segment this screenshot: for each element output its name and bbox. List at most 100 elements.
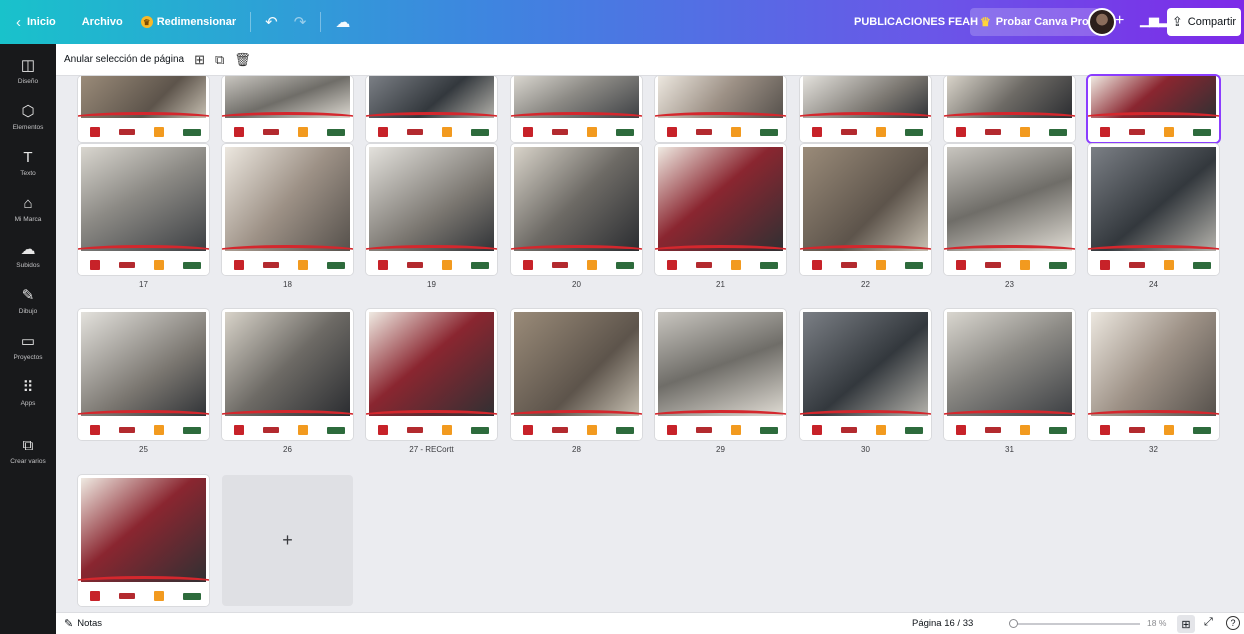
- logo-mark: [119, 593, 135, 599]
- page-number: 21: [716, 280, 725, 289]
- page-thumbnail[interactable]: [655, 76, 786, 142]
- page-thumbnail[interactable]: [222, 309, 353, 440]
- sidebar-item-apps[interactable]: ⠿ Apps: [0, 378, 56, 424]
- page-footer-logos: [800, 245, 931, 275]
- logo-mark: [298, 425, 308, 435]
- sidebar-item-label: Apps: [20, 400, 36, 407]
- sidebar-item-label: Crear varios: [10, 458, 46, 465]
- duplicate-page-icon[interactable]: ⧉: [215, 52, 224, 68]
- undo-button[interactable]: ↶: [257, 8, 286, 36]
- undo-icon: ↶: [265, 14, 278, 31]
- page-thumbnail[interactable]: [655, 309, 786, 440]
- page-thumbnail[interactable]: [366, 309, 497, 440]
- file-label: Archivo: [81, 16, 123, 28]
- logo-mark: [154, 425, 164, 435]
- sidebar-item-design[interactable]: ◫ Diseño: [0, 56, 56, 102]
- page-thumbnail[interactable]: [222, 144, 353, 275]
- notes-icon: ✎: [64, 618, 74, 630]
- page-footer-logos: [78, 410, 209, 440]
- sidebar-item-uploads[interactable]: ☁ Subidos: [0, 240, 56, 286]
- logo-mark: [760, 128, 778, 136]
- page-thumbnail[interactable]: [78, 309, 209, 440]
- logo-mark: [552, 262, 568, 268]
- divider: [250, 12, 252, 32]
- file-menu-button[interactable]: Archivo: [74, 8, 131, 36]
- delete-page-icon[interactable]: 🗑: [234, 52, 251, 68]
- logo-mark: [183, 592, 201, 600]
- resize-button[interactable]: ♛ Redimensionar: [133, 8, 244, 36]
- page-thumbnail[interactable]: [1088, 309, 1219, 440]
- project-title[interactable]: PUBLICACIONES FEAH: [846, 8, 986, 36]
- sidebar-item-bulk-create[interactable]: ⧉ Crear varios: [0, 436, 56, 482]
- resize-label: Redimensionar: [156, 16, 237, 28]
- insights-icon[interactable]: ▁▅▂: [1140, 12, 1168, 28]
- page-thumbnail[interactable]: [222, 76, 353, 142]
- page-thumbnail[interactable]: [78, 144, 209, 275]
- page-footer-logos: [1088, 410, 1219, 440]
- page-footer-logos: [222, 410, 353, 440]
- page-footer-logos: [222, 112, 353, 142]
- sidebar-item-elements[interactable]: ⬡ Elementos: [0, 102, 56, 148]
- page-grid-view: Anular selección de página ⊞ ⧉ 🗑 9101112…: [56, 44, 1244, 612]
- page-thumbnail[interactable]: [944, 76, 1075, 142]
- home-button[interactable]: ‹ Inicio: [8, 8, 64, 36]
- logo-mark: [696, 129, 712, 135]
- page-photo: [658, 312, 783, 418]
- logo-mark: [234, 260, 244, 270]
- zoom-slider-handle[interactable]: [1009, 619, 1018, 628]
- page-thumbnail[interactable]: [511, 76, 642, 142]
- page-thumbnail[interactable]: [1088, 144, 1219, 275]
- page-thumbnail[interactable]: [944, 309, 1075, 440]
- logo-mark: [119, 427, 135, 433]
- sidebar-item-draw[interactable]: ✎ Dibujo: [0, 286, 56, 332]
- page-thumbnail[interactable]: [78, 76, 209, 142]
- logo-mark: [1049, 261, 1067, 269]
- logo-mark: [263, 262, 279, 268]
- save-status-button[interactable]: ☁: [327, 8, 358, 36]
- page-thumbnail[interactable]: [944, 144, 1075, 275]
- zoom-slider[interactable]: [1014, 623, 1140, 625]
- page-thumbnail[interactable]: [1088, 76, 1219, 142]
- page-photo: [369, 147, 494, 253]
- brand-icon: ⌂: [23, 195, 33, 212]
- logo-mark: [298, 260, 308, 270]
- folder-icon: ▭: [20, 333, 36, 350]
- logo-mark: [760, 426, 778, 434]
- fullscreen-button[interactable]: ⤢: [1204, 616, 1213, 629]
- help-button[interactable]: ?: [1226, 616, 1240, 630]
- add-page-icon[interactable]: ⊞: [194, 52, 205, 68]
- share-button[interactable]: ⇪ Compartir: [1167, 8, 1241, 36]
- logo-mark: [985, 262, 1001, 268]
- avatar[interactable]: [1088, 8, 1116, 36]
- try-pro-button[interactable]: ♛ Probar Canva Pro: [970, 8, 1099, 36]
- page-thumbnail[interactable]: [800, 76, 931, 142]
- sidebar-item-projects[interactable]: ▭ Proyectos: [0, 332, 56, 378]
- page-thumbnail[interactable]: [655, 144, 786, 275]
- page-thumbnail[interactable]: [511, 309, 642, 440]
- logo-mark: [905, 128, 923, 136]
- logo-mark: [234, 425, 244, 435]
- zoom-level[interactable]: 18 %: [1147, 618, 1166, 628]
- page-thumbnail[interactable]: [366, 144, 497, 275]
- page-thumbnail[interactable]: [78, 475, 209, 606]
- logo-mark: [587, 127, 597, 137]
- page-number: 32: [1149, 445, 1158, 454]
- page-number: 26: [283, 445, 292, 454]
- logo-mark: [696, 262, 712, 268]
- logo-mark: [327, 426, 345, 434]
- sidebar-item-text[interactable]: T Texto: [0, 148, 56, 194]
- sidebar-item-brand[interactable]: ⌂ Mi Marca: [0, 194, 56, 240]
- logo-mark: [407, 427, 423, 433]
- grid-view-button[interactable]: ⊞: [1177, 615, 1195, 633]
- deselect-page-button[interactable]: Anular selección de página: [64, 54, 184, 65]
- page-thumbnail[interactable]: [511, 144, 642, 275]
- add-page-button[interactable]: +: [222, 475, 353, 606]
- logo-mark: [263, 427, 279, 433]
- notes-button[interactable]: ✎ Notas: [64, 617, 102, 630]
- page-thumbnail[interactable]: [800, 144, 931, 275]
- page-photo: [1091, 312, 1216, 418]
- add-collaborator-icon[interactable]: +: [1115, 12, 1124, 30]
- redo-button[interactable]: ↷: [286, 8, 315, 36]
- page-thumbnail[interactable]: [800, 309, 931, 440]
- page-thumbnail[interactable]: [366, 76, 497, 142]
